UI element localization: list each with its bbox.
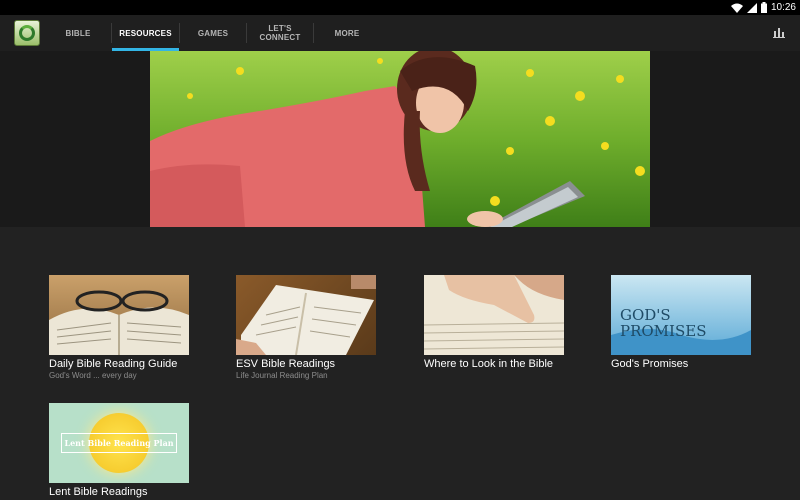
status-icons: 10:26: [730, 1, 796, 14]
battery-icon: [760, 2, 767, 13]
resource-thumbnail: [424, 275, 564, 355]
resource-title: Daily Bible Reading Guide: [49, 358, 178, 370]
hero-banner-image[interactable]: [150, 51, 650, 227]
status-bar: 10:26: [0, 0, 800, 15]
resource-item-esv-bible-readings[interactable]: ESV Bible Readings Life Journal Reading …: [236, 275, 376, 380]
status-time: 10:26: [770, 2, 796, 13]
tab-games[interactable]: GAMES: [180, 15, 246, 51]
thumb-text-lent-plan: Lent Bible Reading Plan: [61, 433, 177, 453]
tab-bible[interactable]: BIBLE: [52, 15, 104, 51]
resource-title: Lent Bible Readings: [49, 486, 148, 498]
hero-photo: [150, 51, 650, 227]
resource-thumbnail: [49, 275, 189, 355]
signal-icon: [746, 2, 757, 13]
action-bar: BIBLE RESOURCES GAMES LET'S CONNECT MORE: [0, 15, 800, 51]
bar-chart-icon[interactable]: [772, 25, 786, 39]
resource-item-where-to-look-in-the-bible[interactable]: Where to Look in the Bible: [424, 275, 564, 370]
tab-lets-connect[interactable]: LET'S CONNECT: [247, 15, 313, 51]
wifi-icon: [730, 3, 743, 13]
resource-item-lent-bible-readings[interactable]: Lent Bible Reading Plan Lent Bible Readi…: [49, 403, 189, 498]
resource-item-gods-promises[interactable]: GOD'S PROMISES God's Promises: [611, 275, 751, 370]
resource-title: God's Promises: [611, 358, 689, 370]
bible-app-logo-icon[interactable]: [14, 20, 40, 46]
resource-subtitle: Life Journal Reading Plan: [236, 371, 328, 380]
resource-title: ESV Bible Readings: [236, 358, 336, 370]
resource-thumbnail: [236, 275, 376, 355]
resource-item-daily-bible-reading-guide[interactable]: Daily Bible Reading Guide God's Word ...…: [49, 275, 189, 380]
thumb-text-gods-promises: GOD'S PROMISES: [620, 306, 707, 340]
tab-more[interactable]: MORE: [314, 15, 380, 51]
tab-resources[interactable]: RESOURCES: [112, 15, 179, 51]
resource-subtitle: God's Word ... every day: [49, 371, 137, 380]
resource-title: Where to Look in the Bible: [424, 358, 554, 370]
resource-thumbnail: GOD'S PROMISES: [611, 275, 751, 355]
resource-thumbnail: Lent Bible Reading Plan: [49, 403, 189, 483]
